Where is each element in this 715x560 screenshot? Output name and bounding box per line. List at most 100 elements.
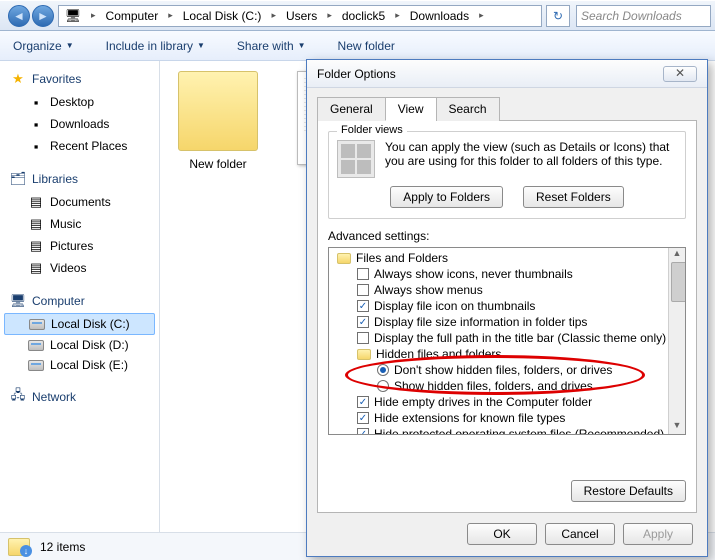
share-menu[interactable]: Share with▼ <box>232 35 311 57</box>
tree-item[interactable]: Show hidden files, folders, and drives <box>333 378 685 394</box>
search-input[interactable]: Search Downloads <box>576 5 711 27</box>
apply-to-folders-button[interactable]: Apply to Folders <box>390 186 503 208</box>
breadcrumb-item[interactable]: Users <box>280 6 323 26</box>
folder-icon <box>178 71 258 151</box>
breadcrumb-item[interactable]: Computer <box>100 6 165 26</box>
breadcrumb-item[interactable]: Downloads <box>404 6 475 26</box>
tree-item[interactable]: Display the full path in the title bar (… <box>333 330 685 346</box>
cancel-button[interactable]: Cancel <box>545 523 615 545</box>
tree-root[interactable]: Files and Folders <box>333 250 685 266</box>
toolbar: Organize▼ Include in library▼ Share with… <box>0 31 715 61</box>
▪-icon: ▪ <box>28 94 44 110</box>
tree-item[interactable]: Don't show hidden files, folders, or dri… <box>333 362 685 378</box>
checkbox[interactable] <box>357 284 369 296</box>
folder-options-dialog: Folder Options ✕ GeneralViewSearch Folde… <box>306 59 708 557</box>
tab-general[interactable]: General <box>317 97 386 121</box>
downloads-folder-icon <box>8 538 30 556</box>
forward-button[interactable]: ► <box>32 5 54 27</box>
libraries-icon: 🗂 <box>10 171 26 187</box>
nav-item[interactable]: ▤Pictures <box>0 235 159 257</box>
checkbox[interactable] <box>357 268 369 280</box>
folder-views-group: Folder views You can apply the view (suc… <box>328 131 686 219</box>
apply-button[interactable]: Apply <box>623 523 693 545</box>
new-folder-button[interactable]: New folder <box>333 35 400 57</box>
network-icon: 🖧 <box>10 389 26 405</box>
nav-item[interactable]: ▪Desktop <box>0 91 159 113</box>
checkbox[interactable]: ✓ <box>357 316 369 328</box>
organize-menu[interactable]: Organize▼ <box>8 35 79 57</box>
checkbox[interactable]: ✓ <box>357 428 369 435</box>
computer-icon: 🖥 <box>10 293 26 309</box>
nav-item[interactable]: ▤Music <box>0 213 159 235</box>
folder-label: New folder <box>170 157 266 171</box>
checkbox[interactable] <box>357 332 369 344</box>
group-text: You can apply the view (such as Details … <box>385 140 677 178</box>
breadcrumb-item[interactable]: Local Disk (C:) <box>177 6 268 26</box>
breadcrumb[interactable]: 🖥▸Computer▸Local Disk (C:)▸Users▸doclick… <box>58 5 542 27</box>
▪-icon: ▪ <box>28 138 44 154</box>
radio[interactable] <box>377 380 389 392</box>
tree-item[interactable]: ✓Hide extensions for known file types <box>333 410 685 426</box>
dialog-titlebar[interactable]: Folder Options ✕ <box>307 60 707 88</box>
▤-icon: ▤ <box>28 194 44 210</box>
refresh-button[interactable]: ↻ <box>546 5 570 27</box>
tree-item[interactable]: Hidden files and folders <box>333 346 685 362</box>
▤-icon: ▤ <box>28 216 44 232</box>
folder-icon <box>357 349 371 360</box>
libraries-header[interactable]: 🗂Libraries <box>0 167 159 191</box>
tree-item[interactable]: Always show menus <box>333 282 685 298</box>
tree-item[interactable]: ✓Display file icon on thumbnails <box>333 298 685 314</box>
scroll-up-icon[interactable]: ▲ <box>669 248 685 262</box>
nav-pane: ★Favorites ▪Desktop▪Downloads▪Recent Pla… <box>0 61 160 532</box>
▤-icon: ▤ <box>28 260 44 276</box>
tab-view[interactable]: View <box>385 97 437 121</box>
tree-item[interactable]: ✓Display file size information in folder… <box>333 314 685 330</box>
tree-item[interactable]: ✓Hide protected operating system files (… <box>333 426 685 435</box>
back-button[interactable]: ◄ <box>8 5 30 27</box>
nav-item[interactable]: Local Disk (C:) <box>4 313 155 335</box>
nav-item[interactable]: Local Disk (E:) <box>0 355 159 375</box>
tab-search[interactable]: Search <box>436 97 500 121</box>
nav-item[interactable]: ▤Documents <box>0 191 159 213</box>
ok-button[interactable]: OK <box>467 523 537 545</box>
nav-item[interactable]: Local Disk (D:) <box>0 335 159 355</box>
folder-views-icon <box>337 140 375 178</box>
favorites-header[interactable]: ★Favorites <box>0 67 159 91</box>
▪-icon: ▪ <box>28 116 44 132</box>
scroll-thumb[interactable] <box>671 262 686 302</box>
nav-item[interactable]: ▪Downloads <box>0 113 159 135</box>
nav-item[interactable]: ▪Recent Places <box>0 135 159 157</box>
checkbox[interactable]: ✓ <box>357 300 369 312</box>
drive-icon <box>29 319 45 330</box>
group-label: Folder views <box>337 124 407 136</box>
drive-icon <box>28 340 44 351</box>
folder-item[interactable]: New folder <box>170 71 266 171</box>
checkbox[interactable]: ✓ <box>357 396 369 408</box>
address-bar: ◄ ► 🖥▸Computer▸Local Disk (C:)▸Users▸doc… <box>0 1 715 31</box>
star-icon: ★ <box>10 71 26 87</box>
tree-item[interactable]: ✓Hide empty drives in the Computer folde… <box>333 394 685 410</box>
restore-defaults-button[interactable]: Restore Defaults <box>571 480 686 502</box>
reset-folders-button[interactable]: Reset Folders <box>523 186 624 208</box>
tree-item[interactable]: Always show icons, never thumbnails <box>333 266 685 282</box>
computer-header[interactable]: 🖥Computer <box>0 289 159 313</box>
dialog-title: Folder Options <box>317 67 396 81</box>
radio[interactable] <box>377 364 389 376</box>
breadcrumb-root[interactable]: 🖥 <box>59 6 87 26</box>
▤-icon: ▤ <box>28 238 44 254</box>
breadcrumb-item[interactable]: doclick5 <box>336 6 391 26</box>
include-menu[interactable]: Include in library▼ <box>101 35 210 57</box>
folder-icon <box>337 253 351 264</box>
tree-scrollbar[interactable]: ▲ ▼ <box>668 248 685 434</box>
nav-item[interactable]: ▤Videos <box>0 257 159 279</box>
scroll-down-icon[interactable]: ▼ <box>669 420 685 434</box>
advanced-settings-tree[interactable]: Files and FoldersAlways show icons, neve… <box>328 247 686 435</box>
drive-icon <box>28 360 44 371</box>
dialog-tabs: GeneralViewSearch <box>317 96 697 121</box>
view-tab-panel: Folder views You can apply the view (suc… <box>317 121 697 513</box>
network-header[interactable]: 🖧Network <box>0 385 159 409</box>
item-count: 12 items <box>40 540 85 554</box>
advanced-label: Advanced settings: <box>328 229 686 243</box>
checkbox[interactable]: ✓ <box>357 412 369 424</box>
close-button[interactable]: ✕ <box>663 66 697 82</box>
